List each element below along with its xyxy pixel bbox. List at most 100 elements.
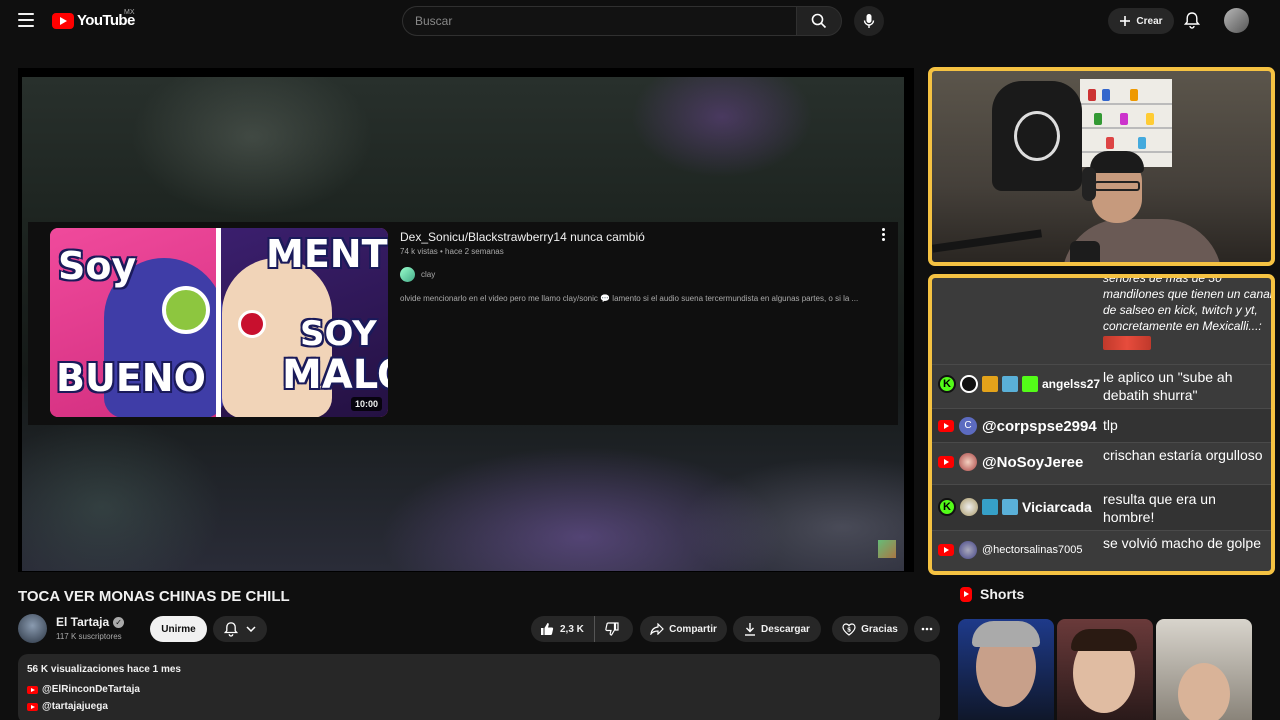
webcam-microphone (1070, 241, 1100, 262)
create-button[interactable]: Crear (1108, 8, 1174, 34)
crown-badge-icon (982, 376, 998, 392)
youtube-logo[interactable]: YouTube (52, 12, 135, 29)
more-horizontal-icon (921, 627, 933, 631)
chat-user: C @corpspse2994 (938, 417, 1097, 435)
webcam-mic-arm (932, 229, 1043, 253)
chat-username: @hectorsalinas7005 (982, 544, 1083, 556)
webcam-hoodie-logo (1014, 111, 1060, 161)
user-avatar: C (959, 417, 977, 435)
shorts-title: Shorts (980, 586, 1025, 602)
voice-search-button[interactable] (854, 6, 884, 36)
download-icon (745, 623, 756, 636)
short-hair (1071, 629, 1137, 651)
chat-message-top: señores de más de 30 mandilones que tien… (1103, 278, 1271, 350)
download-button[interactable]: Descargar (733, 616, 821, 642)
recommendation-channel-name: clay (421, 270, 436, 279)
youtube-icon (938, 420, 954, 432)
chat-user: K Viciarcada (938, 498, 1092, 516)
short-thumbnail-3[interactable] (1156, 619, 1252, 720)
short-thumbnail-1[interactable] (958, 619, 1054, 720)
menu-icon[interactable] (18, 13, 34, 27)
notifications-button[interactable] (1183, 11, 1201, 34)
streamer-webcam (928, 67, 1275, 266)
description-link-2[interactable]: @tartajajuega (27, 701, 108, 712)
thumbs-down-icon (605, 622, 619, 636)
svg-text:$: $ (847, 626, 851, 633)
recommendation-meta: 74 k vistas • hace 2 semanas (400, 247, 504, 256)
end-screen-recommendation[interactable]: Soy BUENO MENTÍ SOY MALO 10:00 Dex_Sonic… (28, 222, 898, 425)
user-avatar (959, 453, 977, 471)
thumbnail-text-soy: Soy (58, 244, 137, 288)
gift-badge-icon (1022, 376, 1038, 392)
sub-badge-icon (1002, 376, 1018, 392)
search-button[interactable] (796, 6, 842, 36)
shorts-header: Shorts (960, 586, 1024, 602)
channel-name[interactable]: El Tartaja ✓ (56, 615, 125, 629)
sub-badge-icon (1002, 499, 1018, 515)
chat-message-text: resulta que era un hombre! (1103, 491, 1216, 525)
video-player[interactable]: Soy BUENO MENTÍ SOY MALO 10:00 Dex_Sonic… (18, 68, 914, 572)
description-link-text: @ElRinconDeTartaja (42, 684, 140, 695)
thanks-button[interactable]: $ Gracias (832, 616, 908, 642)
chat-message-text: le aplico un "sube ah debatih shurra" (1103, 369, 1233, 403)
sub-badge-icon (982, 499, 998, 515)
thumbnail-text-menti: MENTÍ (266, 232, 388, 276)
recommendation-channel-avatar (400, 267, 415, 282)
chat-message-text: se volvió macho de golpe (1103, 535, 1261, 551)
verified-icon: ✓ (113, 616, 125, 628)
like-count: 2,3 K (560, 623, 584, 635)
chat-row: K Viciarcada resulta que era un hombre! (932, 484, 1271, 530)
thumbnail-divider (216, 228, 221, 417)
share-button[interactable]: Compartir (640, 616, 727, 642)
share-label: Compartir (669, 623, 717, 635)
subscription-notifications-button[interactable] (213, 616, 267, 642)
thumbnail-eye-left (162, 286, 210, 334)
thanks-label: Gracias (861, 623, 898, 635)
thumbnail-eye-right (238, 310, 266, 338)
player-corner-thumbnail[interactable] (878, 540, 896, 558)
youtube-icon (938, 456, 954, 468)
share-icon (650, 623, 664, 635)
description-link-1[interactable]: @ElRinconDeTartaja (27, 684, 140, 695)
recommendation-channel[interactable]: clay (400, 267, 435, 282)
more-actions-button[interactable] (914, 616, 940, 642)
plus-icon (1120, 16, 1131, 26)
channel-avatar[interactable] (18, 614, 47, 643)
emote-icon (1103, 335, 1151, 350)
webcam-person-hair (1090, 151, 1144, 173)
search-input[interactable] (402, 6, 796, 36)
chevron-down-icon (246, 626, 256, 632)
chat-row: K angelss27 le aplico un "sube ah debati… (932, 364, 1271, 406)
more-options-icon[interactable] (880, 228, 886, 242)
search-bar (402, 6, 842, 36)
short-thumbnail-2[interactable] (1057, 619, 1153, 720)
like-button[interactable]: 2,3 K (531, 616, 595, 642)
bell-icon (224, 622, 238, 637)
user-avatar (960, 498, 978, 516)
recommendation-thumbnail[interactable]: Soy BUENO MENTÍ SOY MALO 10:00 (50, 228, 388, 417)
heart-dollar-icon: $ (842, 622, 856, 636)
youtube-logo-icon (52, 12, 74, 29)
chat-username: @NoSoyJeree (982, 453, 1084, 471)
top-bar: YouTube MX Crear (0, 0, 1280, 42)
youtube-icon (27, 702, 38, 711)
like-dislike-group: 2,3 K (531, 616, 633, 642)
chat-user: @hectorsalinas7005 (938, 541, 1082, 559)
kick-icon: K (938, 498, 956, 516)
channel-name-text: El Tartaja (56, 615, 110, 629)
join-button[interactable]: Unirme (150, 616, 207, 642)
microphone-icon (863, 14, 875, 28)
account-avatar[interactable] (1224, 8, 1249, 33)
description-box[interactable]: 56 K visualizaciones hace 1 mes @ElRinco… (18, 654, 940, 720)
thumbnail-text-malo: MALO (282, 352, 388, 398)
video-duration: 10:00 (350, 397, 382, 411)
youtube-icon (938, 544, 954, 556)
dislike-button[interactable] (595, 616, 629, 642)
download-label: Descargar (761, 623, 810, 635)
chat-row: @hectorsalinas7005 se volvió macho de go… (932, 530, 1271, 571)
youtube-icon (27, 685, 38, 694)
webcam-glasses (1094, 181, 1140, 191)
recommendation-title[interactable]: Dex_Sonicu/Blackstrawberry14 nunca cambi… (400, 230, 645, 244)
user-avatar (959, 541, 977, 559)
user-avatar (960, 375, 978, 393)
